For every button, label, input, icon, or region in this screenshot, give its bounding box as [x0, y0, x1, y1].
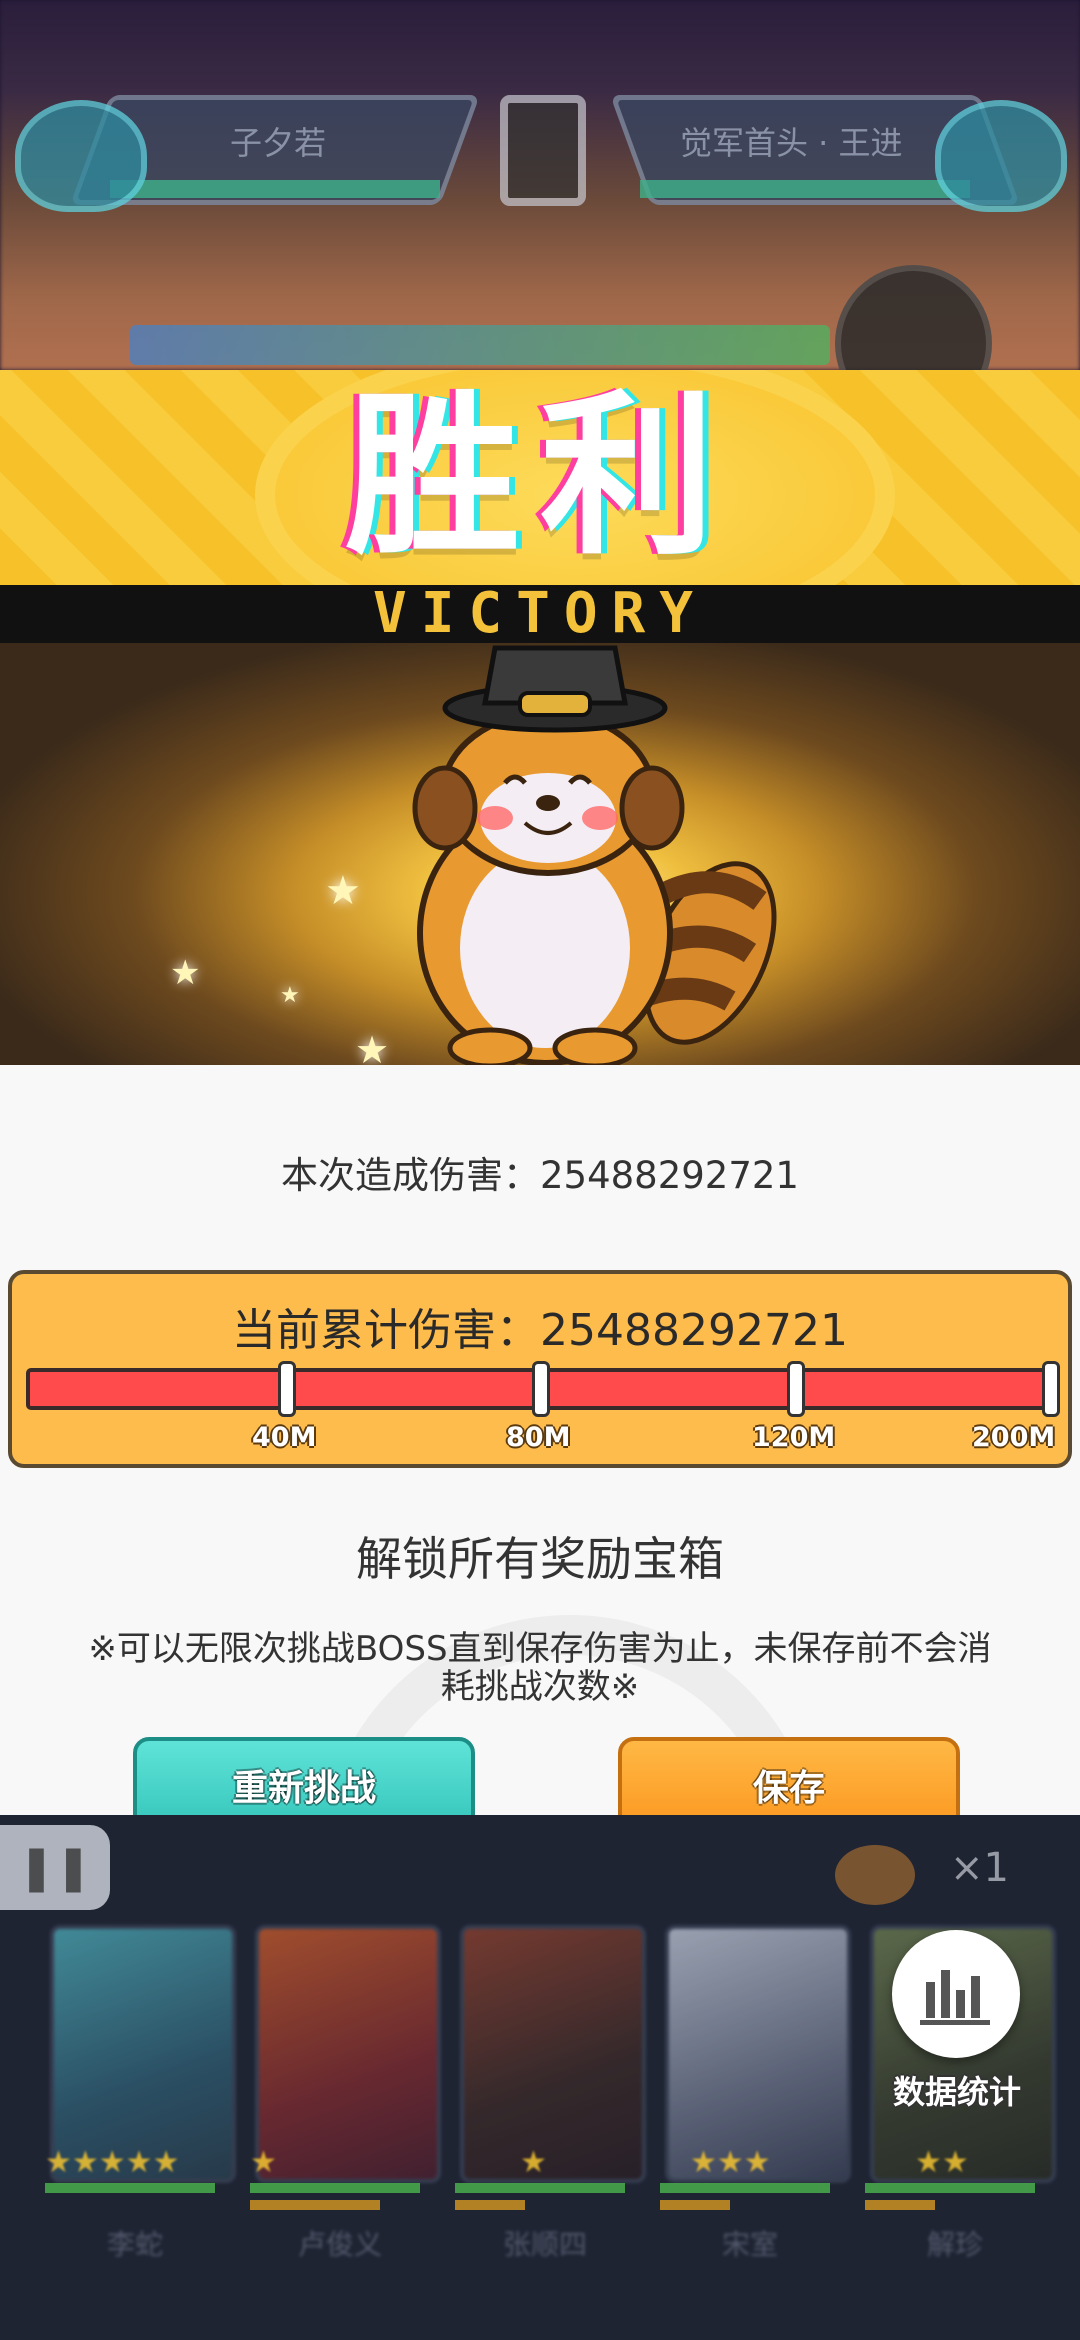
cumulative-damage-card: 当前累计伤害：25488292721 40M 80M 120M 200M [8, 1270, 1072, 1468]
bar-chart-icon [920, 1970, 990, 2025]
hero-card[interactable] [460, 1925, 646, 2183]
milestone-marker [532, 1361, 550, 1417]
milestone-label: 200M [972, 1422, 1056, 1453]
hero-stars: ★★★★★ [45, 2145, 180, 2180]
hero-hp-bar [250, 2183, 420, 2193]
retry-button[interactable]: 重新挑战 [133, 1737, 475, 1815]
hero-name: 李蛇 [106, 2228, 163, 2261]
result-panel: 本次造成伤害：25488292721 当前累计伤害：25488292721 40… [0, 1065, 1080, 1815]
hero-name: 解珍 [926, 2228, 983, 2261]
damage-this-time: 本次造成伤害：25488292721 [281, 1154, 799, 1197]
boss-hp-bar [130, 325, 830, 365]
hero-energy-bar [865, 2200, 935, 2210]
hero-name: 张顺四 [502, 2228, 587, 2261]
data-stats-button[interactable] [892, 1930, 1020, 2058]
enemy-emblem-icon [935, 100, 1067, 212]
player-name: 子夕若 [230, 124, 327, 162]
player-emblem-icon [15, 100, 147, 212]
milestone-marker [278, 1361, 296, 1417]
raccoon-mascot [412, 645, 777, 1065]
hero-bar: ❚❚ ×1 ★★★★★ ★ ★ ★★★ ★★ 李蛇 卢俊义 张顺四 宋室 解珍 … [0, 1815, 1080, 2340]
victory-title: 胜利 [345, 376, 735, 579]
milestone-label: 80M [506, 1422, 571, 1453]
data-stats-label[interactable]: 数据统计 [872, 2067, 1042, 2113]
round-indicator [500, 95, 586, 206]
milestone-label: 120M [752, 1422, 836, 1453]
milestone-marker [787, 1361, 805, 1417]
hero-stars: ★ [250, 2145, 277, 2180]
unlock-text: 解锁所有奖励宝箱 [356, 1532, 724, 1586]
save-button[interactable]: 保存 [618, 1737, 960, 1815]
hero-stars: ★★ [915, 2145, 969, 2180]
pause-icon[interactable]: ❚❚ [0, 1825, 110, 1910]
victory-subtitle: VICTORY [0, 585, 1080, 643]
coin-icon [835, 1845, 915, 1905]
hero-energy-bar [455, 2200, 525, 2210]
hero-name: 宋室 [721, 2228, 778, 2261]
victory-scene: ★ ★ ★ ★ [0, 643, 1080, 1065]
hero-stars: ★★★ [690, 2145, 771, 2180]
milestone-label: 40M [252, 1422, 317, 1453]
hero-name: 卢俊义 [297, 2228, 382, 2261]
victory-banner: 胜利 [0, 370, 1080, 585]
hero-hp-bar [865, 2183, 1035, 2193]
hero-hp-bar [45, 2183, 215, 2193]
hero-card[interactable] [255, 1925, 441, 2183]
hero-hp-bar [455, 2183, 625, 2193]
hero-stars: ★ [520, 2145, 547, 2180]
speed-toggle[interactable]: ×1 [950, 1845, 1009, 1891]
hero-hp-bar [660, 2183, 830, 2193]
raccoon-hat [442, 645, 668, 733]
hero-energy-bar [250, 2200, 380, 2210]
milestone-marker [1042, 1361, 1060, 1417]
player-hp-bar [110, 180, 440, 198]
cumulative-damage: 当前累计伤害：25488292721 [232, 1305, 848, 1356]
enemy-hp-bar [640, 180, 970, 198]
challenge-notice: ※可以无限次挑战BOSS直到保存伤害为止，未保存前不会消耗挑战次数※ [88, 1629, 992, 1707]
enemy-name: 觉军首头 · 王进 [680, 124, 903, 162]
hero-energy-bar [660, 2200, 730, 2210]
